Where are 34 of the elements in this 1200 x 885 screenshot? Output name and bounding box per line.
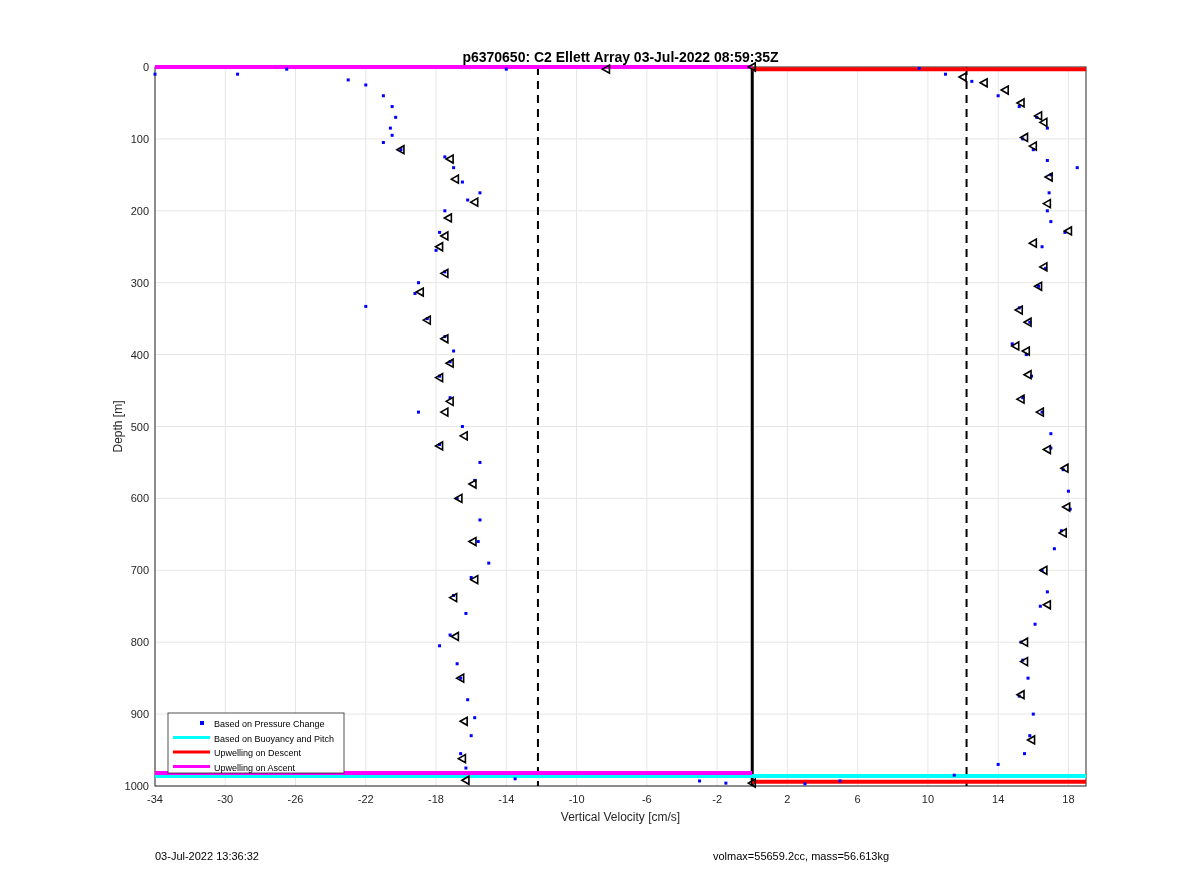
legend-label: Based on Buoyancy and Pitch bbox=[214, 733, 335, 744]
timestamp-text: 03-Jul-2022 13:36:32 bbox=[155, 850, 260, 862]
axis-tick-label: 800 bbox=[130, 636, 149, 649]
axis-tick-label: -18 bbox=[428, 793, 444, 805]
axis-tick-label: -22 bbox=[357, 793, 374, 805]
legend-label: Based on Pressure Change bbox=[214, 719, 325, 729]
axis-tick-label: -10 bbox=[568, 793, 585, 805]
legend-label: Upwelling on Ascent bbox=[214, 762, 296, 773]
axis-tick-label: 300 bbox=[130, 276, 149, 289]
axis-tick-label: -14 bbox=[498, 793, 515, 805]
axis-tick-label: 700 bbox=[130, 564, 149, 577]
axis-tick-label: 100 bbox=[130, 132, 149, 145]
axis-tick-label: 0 bbox=[142, 61, 149, 73]
axis-tick-label: -6 bbox=[641, 793, 652, 805]
axis-tick-label: 400 bbox=[130, 348, 149, 361]
summary-text: volmax=55659.2cc, mass=56.613kg bbox=[713, 850, 890, 862]
axis-tick-label: 600 bbox=[130, 492, 149, 505]
axis-tick-label: -30 bbox=[217, 793, 234, 805]
axis-tick-label: -26 bbox=[287, 793, 304, 805]
axis-tick-label: 14 bbox=[992, 793, 1005, 805]
axis-tick-label: 6 bbox=[854, 793, 861, 805]
axis-tick-label: 18 bbox=[1062, 793, 1075, 805]
axis-title: Vertical Velocity [cm/s] bbox=[560, 810, 681, 824]
axis-tick-label: -2 bbox=[712, 793, 722, 805]
axis-tick-label: 200 bbox=[130, 204, 149, 217]
axis-tick-label: 1000 bbox=[124, 780, 149, 792]
legend-label: Upwelling on Descent bbox=[214, 748, 302, 758]
axis-tick-label: 10 bbox=[921, 793, 935, 805]
axis-tick-label: 900 bbox=[130, 708, 149, 721]
axis-tick-label: -34 bbox=[147, 793, 163, 805]
chart-title: p6370650: C2 Ellett Array 03-Jul-2022 08:59:35Z bbox=[462, 49, 779, 65]
axis-title: Depth [m] bbox=[111, 400, 125, 453]
axis-tick-label: 2 bbox=[784, 793, 791, 805]
axis-tick-label: 500 bbox=[130, 420, 149, 433]
